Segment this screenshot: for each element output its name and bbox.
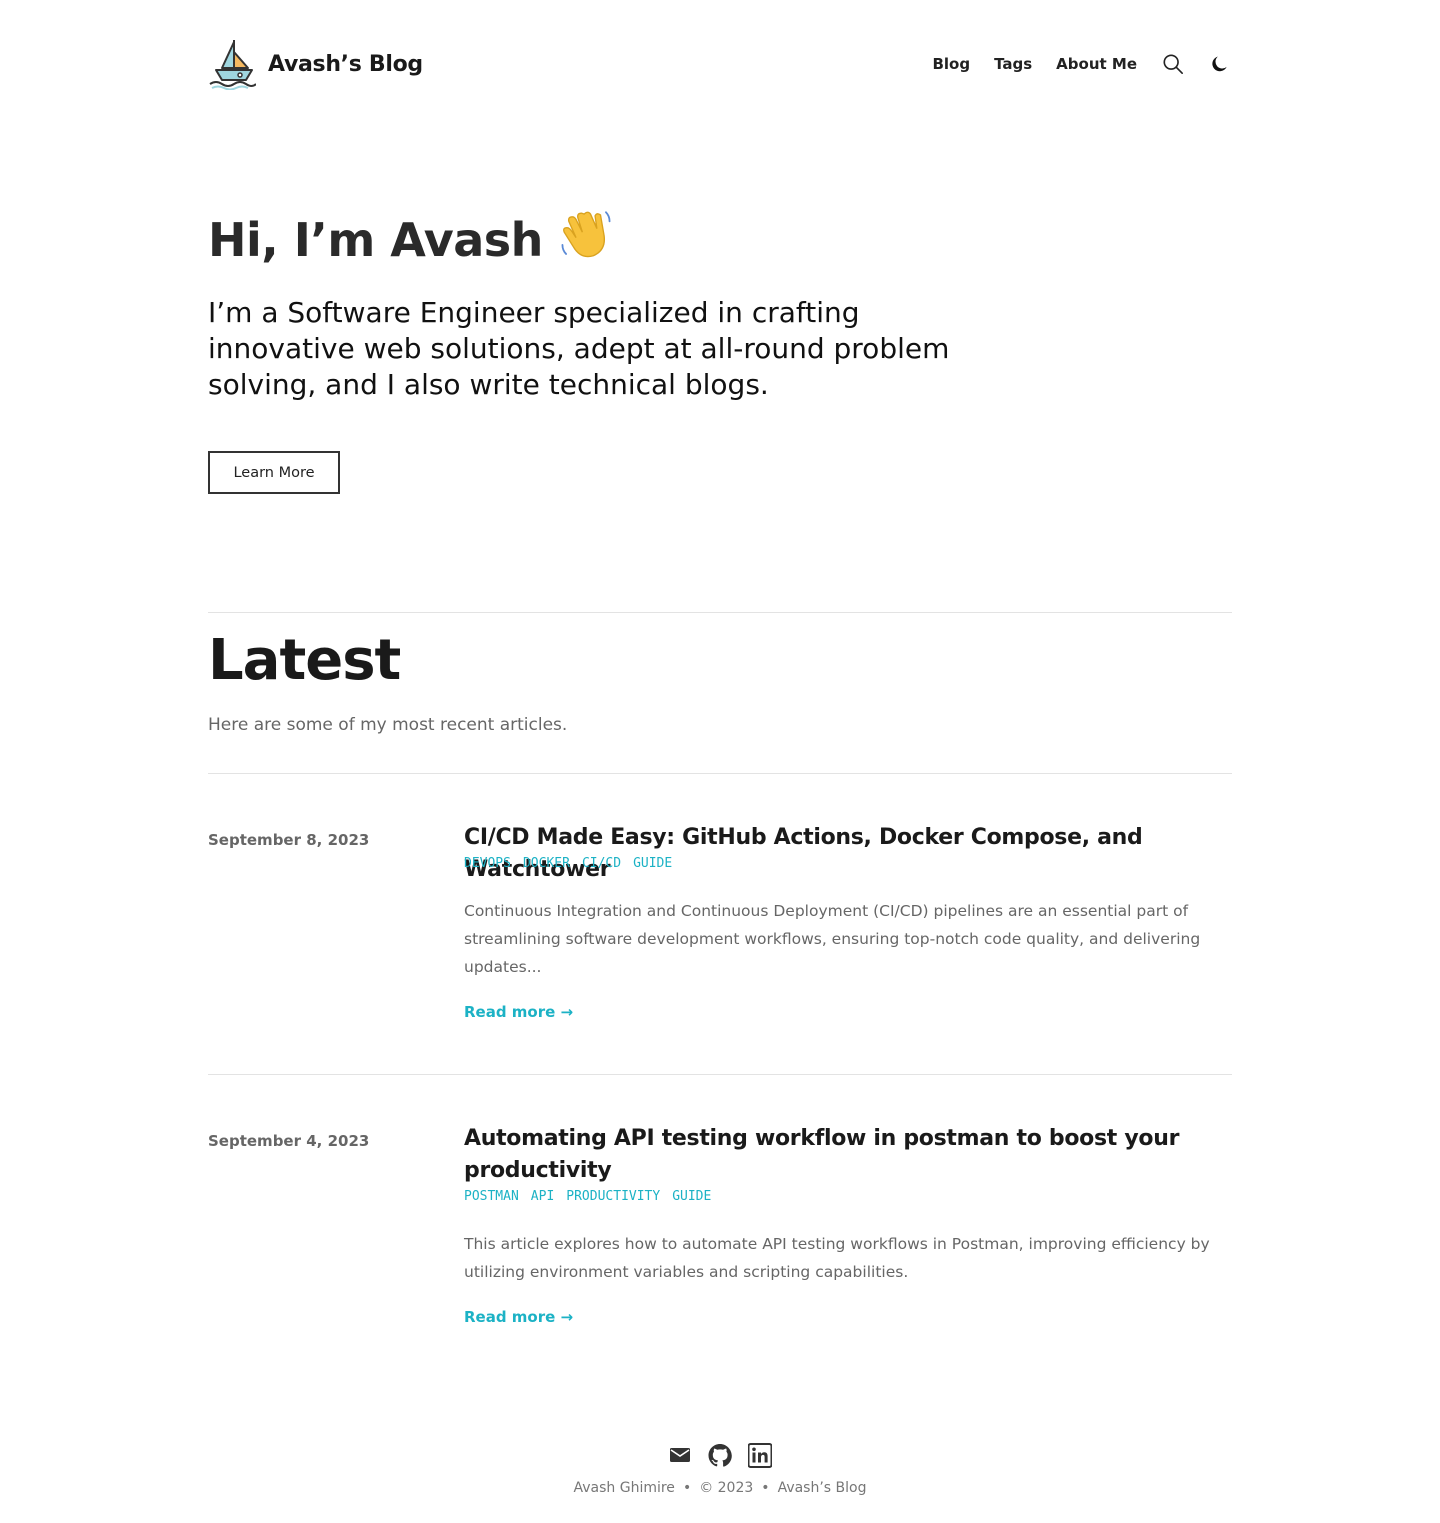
nav-tags[interactable]: Tags (994, 55, 1032, 73)
footer-separator: • (682, 1480, 692, 1496)
tag-link[interactable]: guide (633, 856, 672, 871)
boat-logo-icon[interactable] (208, 38, 257, 91)
tag-link[interactable]: api (531, 1189, 554, 1204)
footer-copyright: © 2023 (699, 1480, 754, 1496)
hero-subtitle: I’m a Software Engineer specialized in c… (208, 296, 950, 401)
mail-icon[interactable] (668, 1442, 692, 1468)
tag-link[interactable]: ci/cd (582, 856, 621, 871)
linkedin-icon[interactable] (748, 1442, 772, 1468)
post-date: September 4, 2023 (208, 1132, 370, 1150)
post-date: September 8, 2023 (208, 831, 370, 849)
social-links (0, 1442, 1440, 1468)
github-icon[interactable] (708, 1442, 732, 1468)
post-excerpt: Continuous Integration and Continuous De… (464, 902, 1201, 976)
latest-heading: Latest (208, 628, 401, 693)
post-title[interactable]: CI/CD Made Easy: GitHub Actions, Docker … (464, 822, 1232, 886)
footer-separator: • (761, 1480, 770, 1496)
read-more-link[interactable]: Read more → (464, 1308, 573, 1326)
hero-title: Hi, I’m Avash (208, 205, 615, 274)
tag-link[interactable]: guide (672, 1189, 711, 1204)
moon-icon[interactable] (1208, 52, 1232, 76)
read-more-link[interactable]: Read more → (464, 1003, 573, 1021)
post-tags: devops docker ci/cd guide (464, 856, 684, 871)
post-tags: postman api productivity guide (464, 1189, 723, 1204)
footer-author: Avash Ghimire (573, 1480, 675, 1496)
latest-subtitle: Here are some of my most recent articles… (208, 715, 568, 735)
waving-hand-icon (557, 205, 615, 274)
tag-link[interactable]: docker (523, 856, 570, 871)
tag-link[interactable]: devops (464, 856, 511, 871)
footer-text: Avash Ghimire • © 2023 • Avash’s Blog (0, 1480, 1440, 1496)
learn-more-button[interactable]: Learn More (208, 451, 340, 494)
post-title[interactable]: Automating API testing workflow in postm… (464, 1123, 1232, 1187)
footer-site-name[interactable]: Avash’s Blog (778, 1480, 867, 1496)
post-excerpt: This article explores how to automate AP… (464, 1235, 1210, 1281)
divider (208, 612, 1232, 613)
divider (208, 773, 1232, 774)
hero-title-text: Hi, I’m Avash (208, 212, 543, 267)
search-icon[interactable] (1161, 52, 1185, 76)
nav-about-me[interactable]: About Me (1056, 55, 1137, 73)
main-nav: Blog Tags About Me (932, 50, 1232, 78)
nav-blog[interactable]: Blog (932, 55, 970, 73)
tag-link[interactable]: postman (464, 1189, 519, 1204)
tag-link[interactable]: productivity (566, 1189, 660, 1204)
site-title[interactable]: Avash’s Blog (268, 52, 423, 77)
divider (208, 1074, 1232, 1075)
